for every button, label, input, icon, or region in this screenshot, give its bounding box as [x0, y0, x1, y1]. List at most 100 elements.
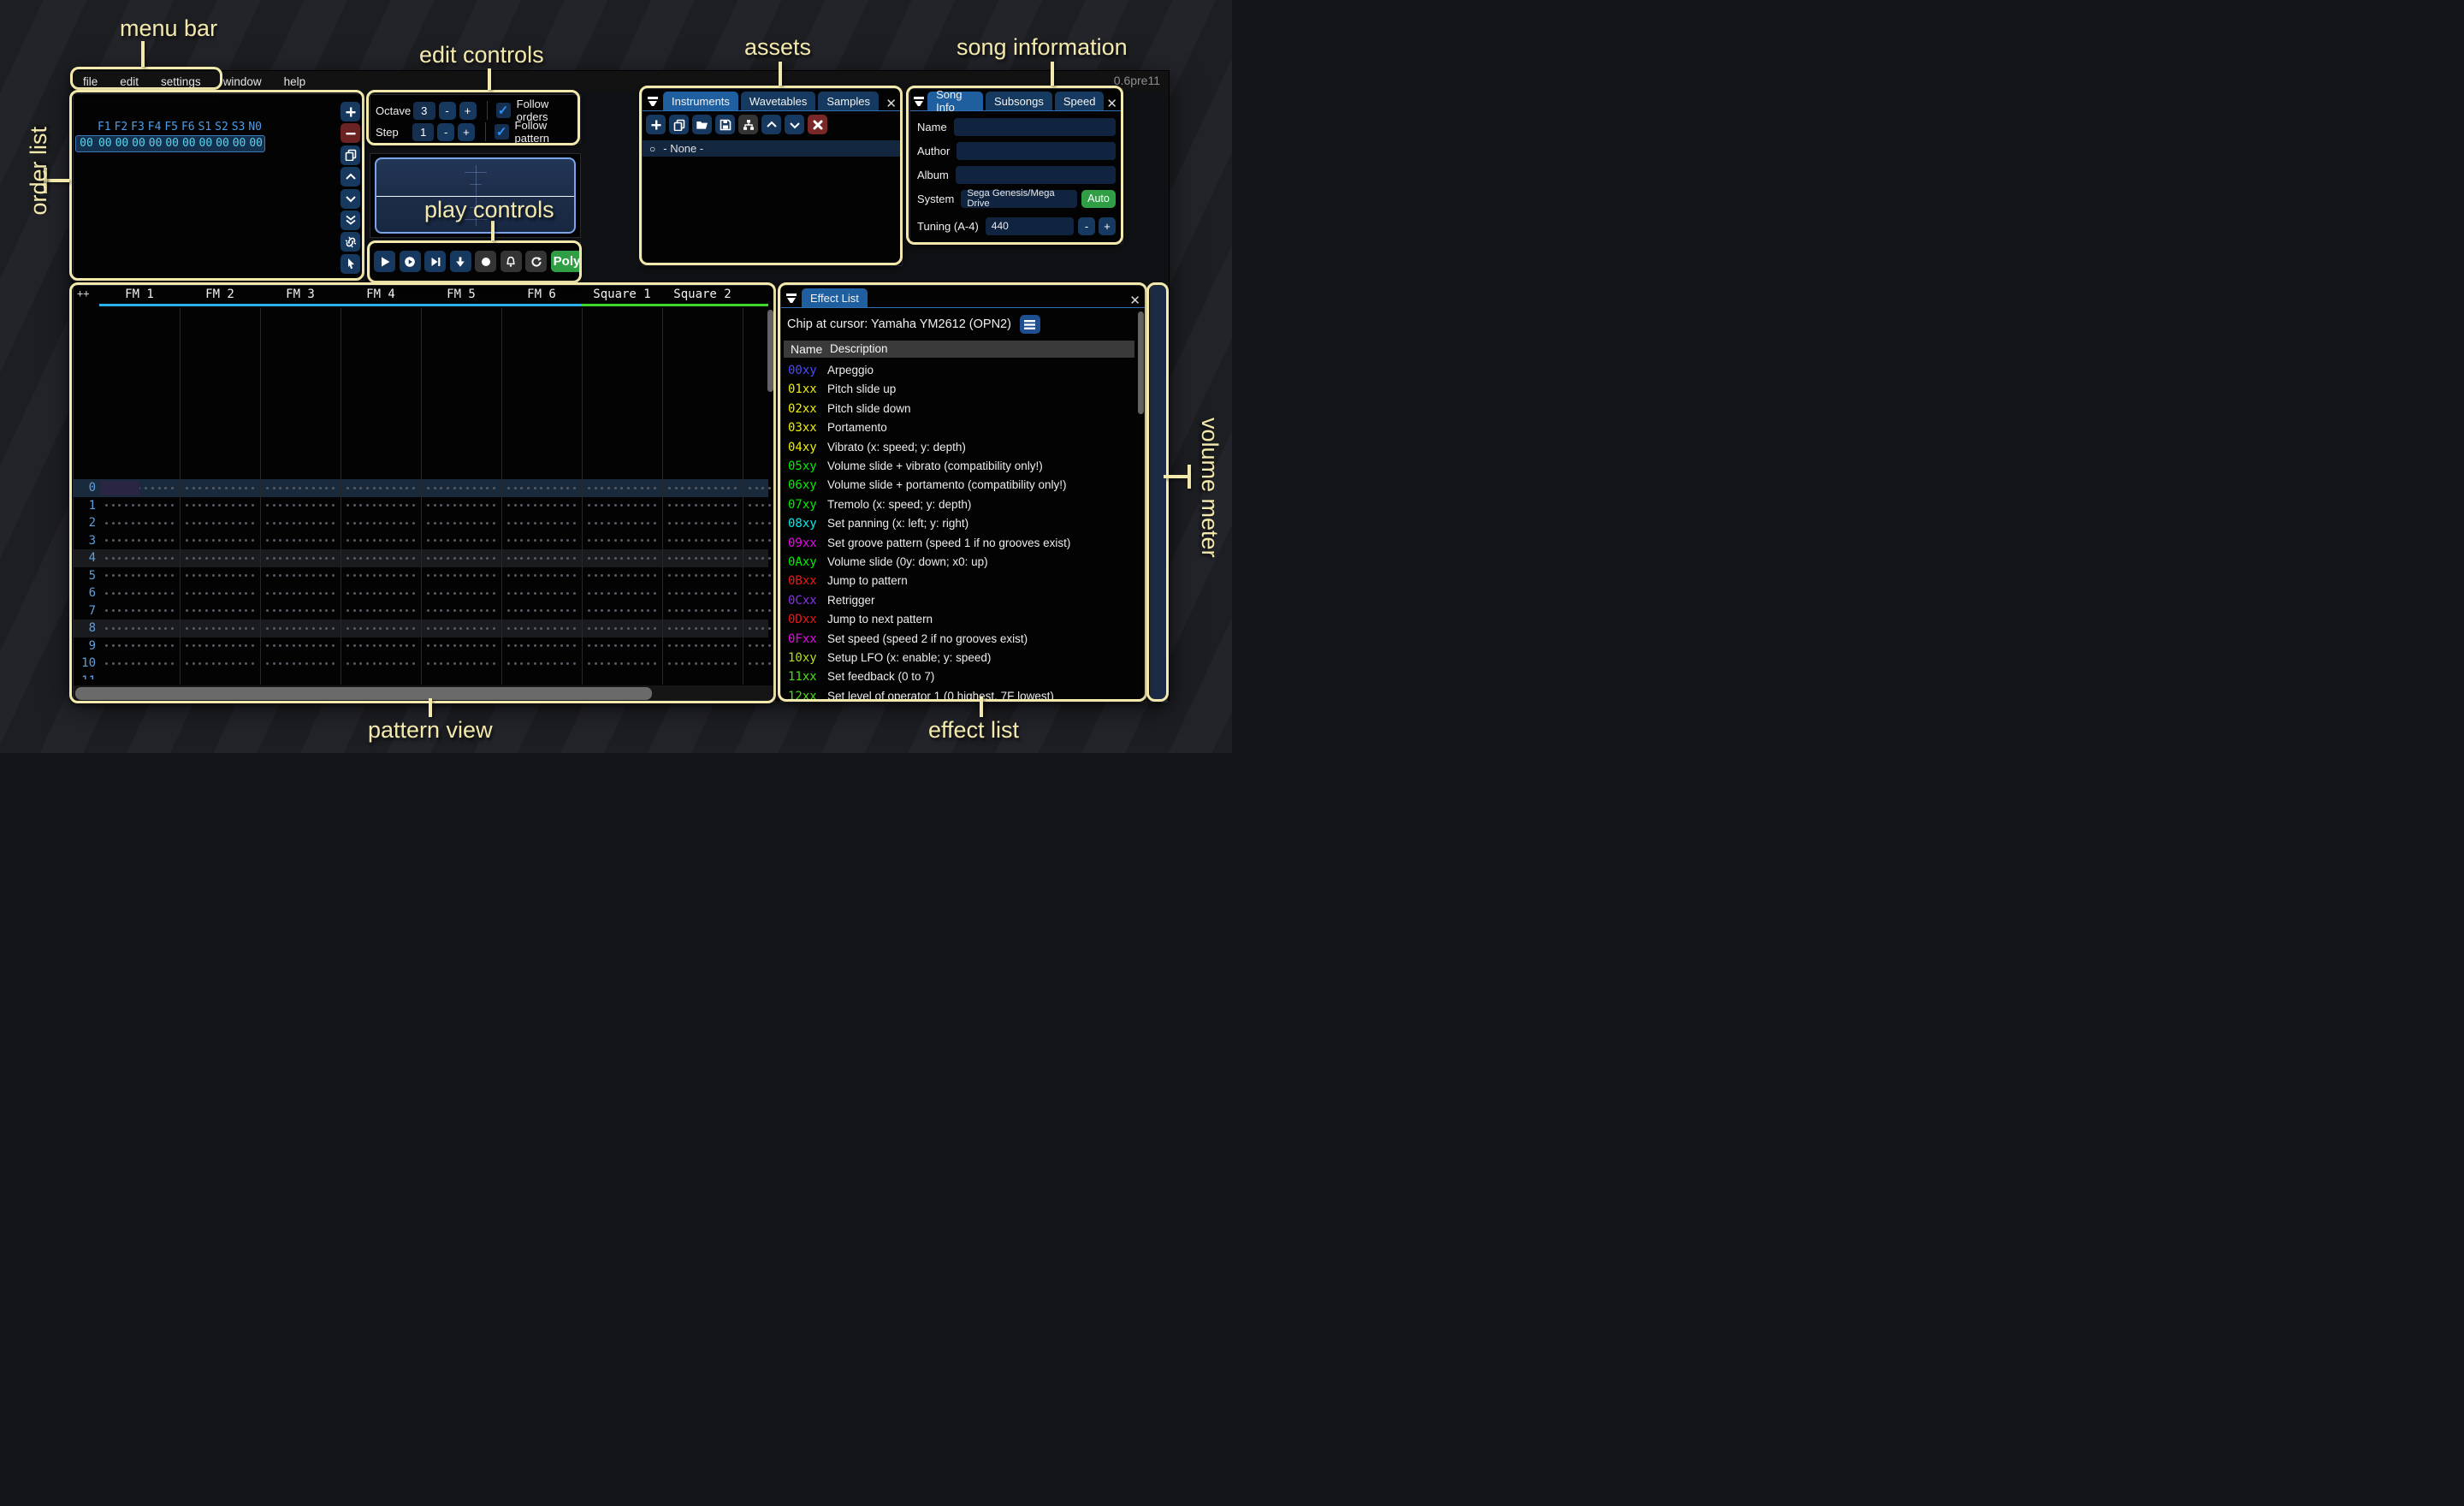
- pattern-cell[interactable]: [662, 620, 743, 637]
- effect-entry[interactable]: 12xxSet level of operator 1 (0 highest, …: [781, 690, 1132, 703]
- tab-effect-list[interactable]: Effect List: [802, 288, 868, 307]
- play-from-start-button[interactable]: [400, 251, 421, 272]
- menu-item-edit[interactable]: edit: [120, 75, 139, 88]
- pattern-cell[interactable]: [260, 655, 341, 673]
- tuning-minus-button[interactable]: -: [1078, 217, 1095, 235]
- pattern-cell[interactable]: [421, 637, 501, 655]
- pattern-cell[interactable]: [341, 602, 421, 620]
- tuning-value[interactable]: 440: [986, 217, 1074, 235]
- order-column-S1[interactable]: S1: [197, 120, 214, 134]
- pattern-cell[interactable]: [421, 567, 501, 585]
- order-cell[interactable]: 00: [114, 136, 131, 151]
- pattern-cell[interactable]: [99, 514, 180, 532]
- pattern-cell[interactable]: [99, 549, 180, 567]
- pattern-cell[interactable]: [662, 532, 743, 550]
- pattern-cell[interactable]: [341, 514, 421, 532]
- effect-entry[interactable]: 09xxSet groove pattern (speed 1 if no gr…: [781, 537, 1132, 554]
- channel-header-fm-5[interactable]: FM 5: [421, 288, 501, 302]
- poly-button[interactable]: Poly: [551, 251, 582, 272]
- effect-entry[interactable]: 0AxyVolume slide (0y: down; x0: up): [781, 555, 1132, 572]
- order-cell[interactable]: 00: [130, 136, 147, 151]
- metronome-button[interactable]: [500, 251, 522, 272]
- order-column-S3[interactable]: S3: [230, 120, 247, 134]
- pattern-cell[interactable]: [421, 549, 501, 567]
- play-one-row-button[interactable]: [424, 251, 446, 272]
- funnel-icon[interactable]: [644, 92, 661, 110]
- pattern-cell[interactable]: [582, 584, 662, 602]
- pattern-cell[interactable]: [341, 620, 421, 637]
- pattern-cell[interactable]: [501, 620, 582, 637]
- tab-samples[interactable]: Samples: [818, 92, 879, 110]
- pattern-cell[interactable]: [180, 655, 260, 673]
- pattern-cell[interactable]: [421, 497, 501, 515]
- pattern-cell[interactable]: [501, 602, 582, 620]
- channel-header-fm-1[interactable]: FM 1: [99, 288, 180, 302]
- pattern-cell[interactable]: [501, 479, 582, 497]
- repeat-button[interactable]: [525, 251, 547, 272]
- tab-song-info[interactable]: Song Info: [927, 92, 983, 110]
- duplicate-button[interactable]: [341, 145, 360, 165]
- effect-entry[interactable]: 06xyVolume slide + portamento (compatibi…: [781, 478, 1132, 495]
- pattern-cell[interactable]: [662, 584, 743, 602]
- pattern-cell[interactable]: [743, 655, 775, 673]
- order-column-F3[interactable]: F3: [129, 120, 146, 134]
- pattern-cell[interactable]: [501, 673, 582, 680]
- channel-header-square-1[interactable]: Square 1: [582, 288, 662, 302]
- pattern-cell[interactable]: [341, 655, 421, 673]
- effect-list-scrollbar[interactable]: [1138, 311, 1144, 414]
- system-value[interactable]: Sega Genesis/Mega Drive: [961, 190, 1077, 208]
- add-button[interactable]: [646, 115, 666, 134]
- pattern-cell[interactable]: [99, 637, 180, 655]
- effect-entry[interactable]: 03xxPortamento: [781, 421, 1132, 438]
- pattern-cell[interactable]: [260, 567, 341, 585]
- order-cell[interactable]: 00: [147, 136, 164, 151]
- channel-header-fm-6[interactable]: FM 6: [501, 288, 582, 302]
- pattern-cell[interactable]: [421, 602, 501, 620]
- pattern-cell[interactable]: [421, 673, 501, 680]
- order-cell[interactable]: 00: [247, 136, 264, 151]
- order-row[interactable]: 0000000000000000000000: [75, 135, 265, 152]
- effect-entry[interactable]: 07xyTremolo (x: speed; y: depth): [781, 498, 1132, 515]
- pattern-cell[interactable]: [662, 479, 743, 497]
- pattern-cell[interactable]: [662, 602, 743, 620]
- order-cell[interactable]: 00: [181, 136, 198, 151]
- move-to-bottom-button[interactable]: [341, 210, 360, 230]
- order-grid[interactable]: F1F2F3F4F5F6S1S2S3N0 0000000000000000000…: [75, 120, 265, 152]
- channel-header-square-2[interactable]: Square 2: [662, 288, 743, 302]
- pattern-cell[interactable]: [582, 479, 662, 497]
- effect-entry[interactable]: 0DxxJump to next pattern: [781, 613, 1132, 630]
- move-up-button[interactable]: [341, 167, 360, 187]
- menu-item-help[interactable]: help: [284, 75, 306, 88]
- pattern-cell[interactable]: [662, 637, 743, 655]
- pattern-cell[interactable]: [662, 549, 743, 567]
- effect-entry[interactable]: 10xySetup LFO (x: enable; y: speed): [781, 651, 1132, 668]
- pattern-cell[interactable]: [421, 514, 501, 532]
- pattern-cell[interactable]: [99, 602, 180, 620]
- channel-header-fm-3[interactable]: FM 3: [260, 288, 341, 302]
- pattern-cell[interactable]: [582, 655, 662, 673]
- effect-entry[interactable]: 00xyArpeggio: [781, 364, 1132, 381]
- effect-entry[interactable]: 05xyVolume slide + vibrato (compatibilit…: [781, 460, 1132, 477]
- record-button[interactable]: [475, 251, 496, 272]
- pattern-cell[interactable]: [743, 532, 775, 550]
- order-cell[interactable]: 00: [214, 136, 231, 151]
- pattern-cell[interactable]: [99, 532, 180, 550]
- menu-item-file[interactable]: file: [83, 75, 98, 88]
- order-column-F6[interactable]: F6: [180, 120, 197, 134]
- pattern-cell[interactable]: [341, 673, 421, 680]
- auto-button[interactable]: Auto: [1081, 190, 1116, 208]
- pattern-cell[interactable]: [743, 514, 775, 532]
- funnel-icon[interactable]: [912, 92, 926, 110]
- channel-header-sq[interactable]: Sq: [743, 288, 768, 302]
- pattern-cell[interactable]: [260, 549, 341, 567]
- order-column-S2[interactable]: S2: [213, 120, 230, 134]
- pattern-cell[interactable]: [180, 637, 260, 655]
- effect-entry[interactable]: 08xySet panning (x: left; y: right): [781, 517, 1132, 534]
- pattern-cell[interactable]: [99, 584, 180, 602]
- octave-minus-button[interactable]: -: [439, 102, 456, 120]
- pattern-cell[interactable]: [260, 637, 341, 655]
- pattern-cell[interactable]: [99, 497, 180, 515]
- pattern-cell[interactable]: [421, 532, 501, 550]
- tab-speed[interactable]: Speed: [1055, 92, 1105, 110]
- pattern-cell[interactable]: [180, 602, 260, 620]
